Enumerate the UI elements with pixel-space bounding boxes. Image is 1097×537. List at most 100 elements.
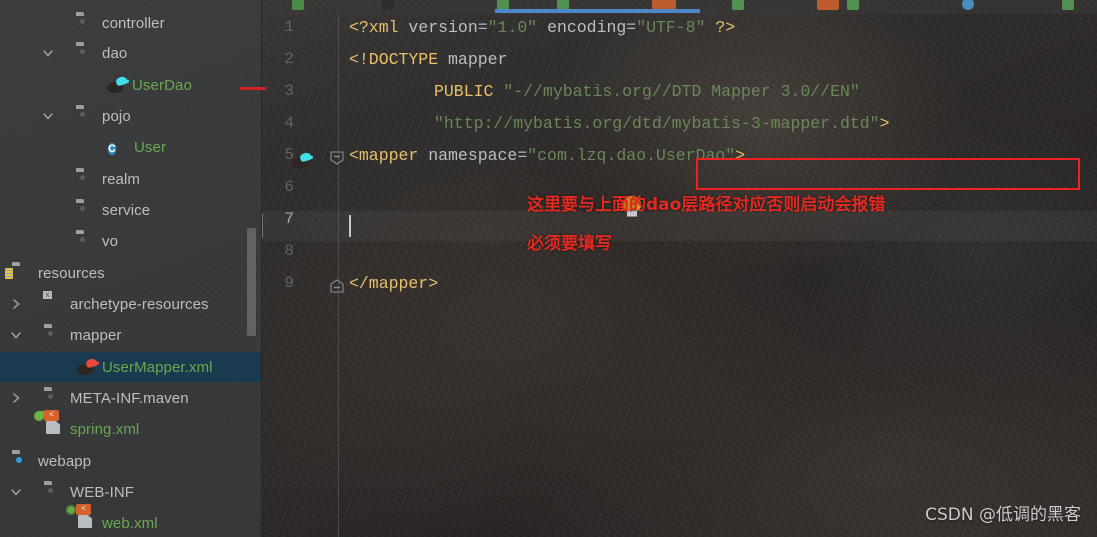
sidebar-item-label: WEB-INF: [70, 483, 135, 501]
sidebar-item-label: spring.xml: [70, 420, 140, 438]
sidebar-item-webapp[interactable]: webapp: [0, 446, 262, 476]
tab-file-icon[interactable]: [847, 0, 859, 10]
sidebar-scrollbar[interactable]: [247, 228, 256, 336]
sidebar-item-web-inf[interactable]: WEB-INF: [0, 477, 262, 507]
code-fold-expand-icon[interactable]: [330, 279, 344, 293]
code-token: mapper: [438, 50, 508, 69]
sidebar-item-label: mapper: [70, 326, 122, 344]
annotation-line-2: 必须要填写: [527, 234, 612, 254]
folder-icon: [44, 484, 62, 499]
line-number-current: 7: [284, 210, 294, 228]
sidebar-item-label: User: [134, 138, 167, 156]
sidebar-item-usermapper-xml[interactable]: UserMapper.xml: [0, 352, 262, 382]
sidebar-divider: [261, 0, 262, 537]
sidebar-item-mapper[interactable]: mapper: [0, 320, 262, 350]
chevron-down-icon[interactable]: [10, 486, 22, 498]
sidebar-item-label: UserDao: [132, 76, 192, 94]
line-number: 2: [284, 50, 294, 68]
sidebar-item-label: controller: [102, 14, 165, 32]
sidebar-item-label: pojo: [102, 107, 131, 125]
sidebar-item-label: vo: [102, 232, 119, 250]
folder-icon: [76, 45, 94, 60]
sidebar-item-spring-xml[interactable]: < spring.xml: [0, 410, 262, 444]
excluded-folder-icon: x: [43, 291, 62, 311]
sidebar-item-label: archetype-resources: [70, 295, 209, 313]
code-token: <mapper: [349, 146, 419, 165]
line-number: 6: [284, 178, 294, 196]
chevron-right-icon[interactable]: [10, 392, 22, 404]
line-number: 1: [284, 18, 294, 36]
chevron-right-icon[interactable]: [10, 298, 22, 310]
sidebar-item-label: web.xml: [102, 514, 158, 532]
text-caret: [349, 215, 351, 237]
line-number: 8: [284, 242, 294, 260]
code-line-4[interactable]: "http://mybatis.org/dtd/mybatis-3-mapper…: [434, 114, 889, 133]
spring-xml-icon: <: [34, 410, 62, 436]
sidebar-item-label: webapp: [38, 452, 92, 470]
folder-icon: [76, 108, 94, 123]
code-token: =: [477, 18, 488, 37]
code-line-3[interactable]: PUBLIC "-//mybatis.org//DTD Mapper 3.0//…: [434, 82, 860, 101]
code-line-5[interactable]: <mapper namespace="com.lzq.dao.UserDao">: [349, 146, 745, 165]
code-line-1[interactable]: <?xml version="1.0" encoding="UTF-8" ?>: [349, 18, 735, 37]
sidebar-item-vo[interactable]: vo: [0, 226, 262, 256]
sidebar-item-label: UserMapper.xml: [102, 358, 213, 376]
code-token: ?>: [715, 18, 736, 37]
tab-file-icon[interactable]: [817, 0, 839, 10]
sidebar-item-controller[interactable]: controller: [0, 8, 262, 38]
tab-file-icon[interactable]: [1062, 0, 1074, 10]
editor-gutter[interactable]: 1 2 3 4 5 6 7 8 9: [262, 14, 344, 537]
tab-file-icon[interactable]: [962, 0, 974, 10]
mybatis-bird-icon[interactable]: [290, 151, 314, 170]
code-line-2[interactable]: <!DOCTYPE mapper: [349, 50, 507, 69]
folder-icon: [44, 390, 62, 405]
ide-window: 1 2 3 4 5 6 7 8 9 <?xml version="1.0" en…: [0, 0, 1097, 537]
folder-icon: [76, 171, 94, 186]
tab-file-icon[interactable]: [382, 0, 394, 10]
line-number: 9: [284, 274, 294, 292]
code-fold-collapse-icon[interactable]: [330, 151, 344, 165]
folder-icon: [44, 327, 62, 342]
line-number: 4: [284, 114, 294, 132]
sidebar-item-service[interactable]: service: [0, 195, 262, 225]
sidebar-item-label: resources: [38, 264, 105, 282]
code-token: >: [879, 114, 890, 133]
line-number: 3: [284, 82, 294, 100]
code-token: encoding: [547, 18, 627, 37]
namespace-highlight-box: [696, 158, 1080, 190]
resources-folder-icon: [12, 265, 30, 280]
sidebar-item-dao[interactable]: dao: [0, 38, 262, 68]
code-editor[interactable]: 1 2 3 4 5 6 7 8 9 <?xml version="1.0" en…: [262, 14, 1097, 537]
sidebar-item-realm[interactable]: realm: [0, 164, 262, 194]
sidebar-item-meta-inf-maven[interactable]: META-INF.maven: [0, 383, 262, 413]
sidebar-item-pojo[interactable]: pojo: [0, 101, 262, 131]
code-token: "-//mybatis.org//DTD Mapper 3.0//EN": [503, 82, 860, 101]
tab-file-icon[interactable]: [292, 0, 304, 10]
chevron-down-icon[interactable]: [10, 329, 22, 341]
editor-tab-strip[interactable]: [262, 0, 1097, 14]
sidebar-item-archetype-resources[interactable]: x archetype-resources: [0, 289, 262, 319]
code-token: =: [517, 146, 528, 165]
chevron-down-icon[interactable]: [42, 47, 54, 59]
project-tool-window[interactable]: controller dao UserDao pojo C User realm servic…: [0, 0, 262, 537]
code-token: namespace: [428, 146, 518, 165]
sidebar-item-web-xml[interactable]: < web.xml: [0, 504, 262, 537]
sidebar-item-userdao[interactable]: UserDao: [0, 70, 262, 100]
sidebar-item-resources[interactable]: resources: [0, 258, 262, 288]
watermark: CSDN @低调的黑客: [925, 505, 1081, 525]
sidebar-item-label: dao: [102, 44, 128, 62]
sidebar-item-user[interactable]: C User: [0, 132, 262, 162]
mybatis-bird-red-icon: [76, 357, 100, 376]
code-token: "UTF-8": [636, 18, 706, 37]
code-token: <!DOCTYPE: [349, 50, 439, 69]
code-line-9[interactable]: </mapper>: [349, 274, 438, 293]
code-token: "1.0": [487, 18, 538, 37]
folder-icon: [76, 202, 94, 217]
chevron-down-icon[interactable]: [42, 110, 54, 122]
code-token: "http://mybatis.org/dtd/mybatis-3-mapper…: [434, 114, 880, 133]
tab-file-icon[interactable]: [732, 0, 744, 10]
